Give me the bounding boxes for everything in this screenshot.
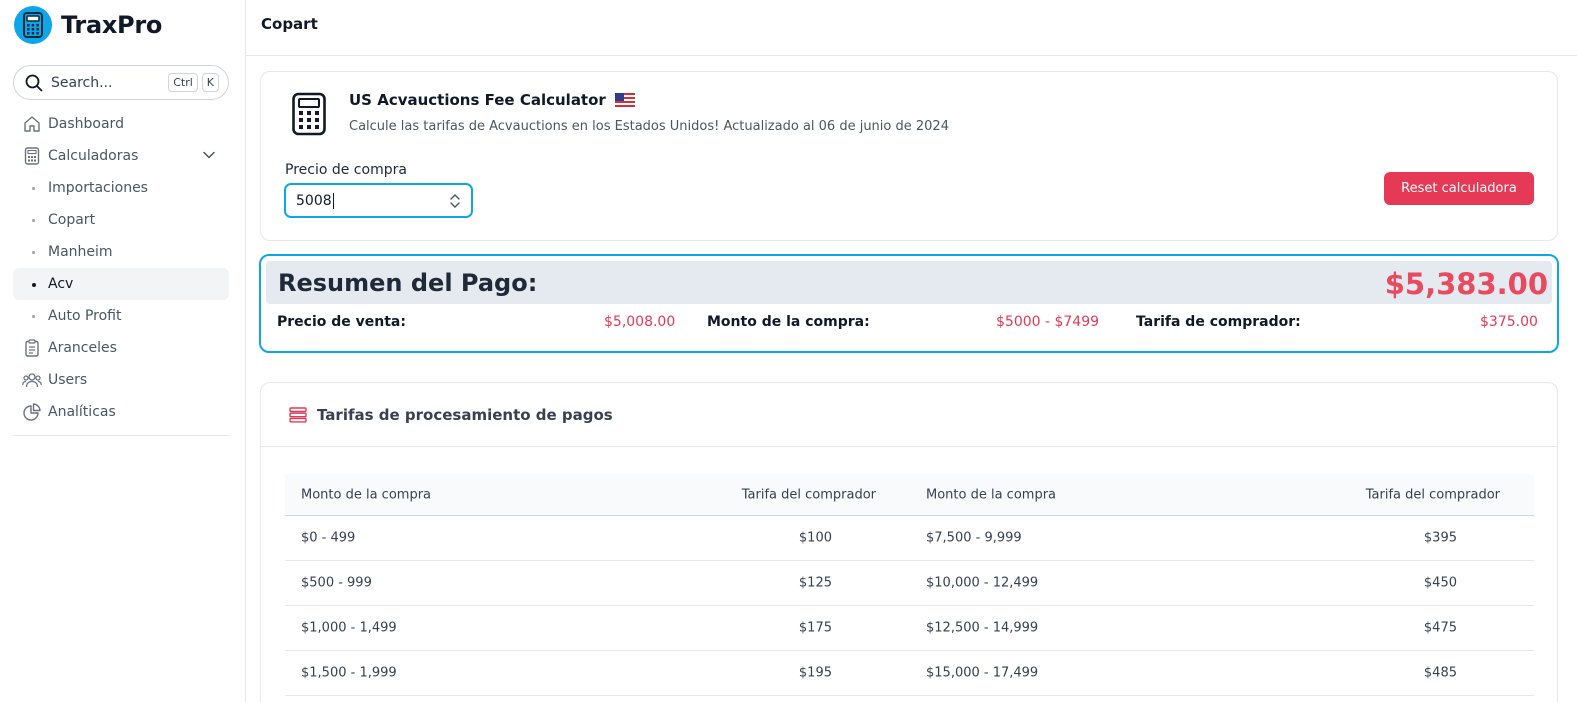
sidebar-item-users[interactable]: Users <box>13 364 229 396</box>
calculator-card: US Acvauctions Fee Calculator Calcule la… <box>260 71 1558 241</box>
calculator-title-text: US Acvauctions Fee Calculator <box>349 91 606 109</box>
table-row: $1,500 - 1,999 $195 $15,000 - 17,499 $48… <box>285 651 1534 696</box>
brand-name: TraxPro <box>61 11 163 39</box>
sidebar-subitem-label: Manheim <box>48 244 113 260</box>
fees-table: Monto de la compra Tarifa del comprador … <box>285 474 1534 696</box>
home-icon <box>22 114 42 134</box>
page-title: Copart <box>261 15 318 33</box>
search-icon <box>25 74 43 91</box>
purchase-range-value: $5000 - $7499 <box>996 314 1100 330</box>
chevron-down-icon[interactable] <box>202 148 216 166</box>
calculator-title: US Acvauctions Fee Calculator <box>349 91 636 111</box>
calculator-icon <box>22 146 42 166</box>
sidebar-subitem-acv[interactable]: Acv <box>13 268 229 300</box>
fees-header: Tarifas de procesamiento de pagos <box>261 383 1557 447</box>
table-cell: $500 - 999 <box>301 575 372 591</box>
purchase-range-label: Monto de la compra: <box>707 314 870 330</box>
sidebar-item-aranceles[interactable]: Aranceles <box>13 332 229 364</box>
text-caret <box>332 192 334 209</box>
buyer-fee-label: Tarifa de comprador: <box>1136 314 1301 330</box>
sidebar-item-label: Dashboard <box>48 116 124 132</box>
calculator-logo-icon <box>14 6 52 44</box>
column-header: Monto de la compra <box>926 487 1057 502</box>
users-icon <box>22 370 42 390</box>
sidebar-subitem-label: Copart <box>48 212 96 228</box>
sidebar-subitem-manheim[interactable]: Manheim <box>13 236 229 268</box>
shortcut-key: K <box>201 73 219 92</box>
sidebar-subitem-auto-profit[interactable]: Auto Profit <box>13 300 229 332</box>
calculator-subtitle: Calcule las tarifas de Acvauctions en lo… <box>349 119 949 134</box>
column-header: Tarifa del comprador <box>1365 487 1500 502</box>
reset-calculator-button[interactable]: Reset calculadora <box>1384 172 1534 205</box>
buyer-fee-value: $375.00 <box>1480 314 1538 330</box>
sale-price-value: $5,008.00 <box>604 314 676 330</box>
bullet-icon <box>32 315 35 318</box>
stack-icon <box>289 407 307 427</box>
fees-title: Tarifas de procesamiento de pagos <box>317 406 613 424</box>
sidebar-nav: Dashboard Calculadoras Importaciones Cop… <box>13 108 229 428</box>
table-header: Monto de la compra Tarifa del comprador … <box>285 474 1534 516</box>
sale-price-label: Precio de venta: <box>277 314 406 330</box>
price-input-value: 5008 <box>296 192 332 209</box>
price-input[interactable]: 5008 <box>284 183 473 218</box>
table-cell: $395 <box>1423 530 1457 546</box>
sidebar-subitem-label: Acv <box>48 276 74 292</box>
table-cell: $475 <box>1423 620 1457 636</box>
table-row: $1,000 - 1,499 $175 $12,500 - 14,999 $47… <box>285 606 1534 651</box>
sidebar-item-label: Aranceles <box>48 340 117 356</box>
table-cell: $175 <box>798 620 832 636</box>
table-row: $0 - 499 $100 $7,500 - 9,999 $395 <box>285 516 1534 561</box>
sidebar-item-dashboard[interactable]: Dashboard <box>13 108 229 140</box>
top-bar: Copart <box>246 0 1577 56</box>
price-label: Precio de compra <box>285 162 407 178</box>
sidebar-item-label: Users <box>48 372 88 388</box>
sidebar-subitem-label: Auto Profit <box>48 308 122 324</box>
sidebar-item-label: Calculadoras <box>48 148 139 164</box>
number-spinner-icon[interactable] <box>450 191 460 211</box>
summary-header: Resumen del Pago: $5,383.00 <box>266 261 1552 304</box>
column-header: Tarifa del comprador <box>741 487 876 502</box>
search-placeholder: Search... <box>51 74 113 91</box>
sidebar-subitem-label: Importaciones <box>48 180 148 196</box>
bullet-icon <box>32 187 35 190</box>
table-cell: $12,500 - 14,999 <box>926 620 1039 636</box>
pie-chart-icon <box>22 402 42 422</box>
table-cell: $450 <box>1423 575 1457 591</box>
calculator-icon <box>291 92 327 140</box>
us-flag-icon <box>615 93 636 111</box>
table-cell: $7,500 - 9,999 <box>926 530 1022 546</box>
table-cell: $100 <box>798 530 832 546</box>
sidebar-divider <box>13 435 229 436</box>
fees-card: Tarifas de procesamiento de pagos Monto … <box>260 382 1558 702</box>
sidebar: TraxPro Search... Ctrl K Dashboard Calcu… <box>0 0 246 702</box>
table-row: $500 - 999 $125 $10,000 - 12,499 $450 <box>285 561 1534 606</box>
payment-summary: Resumen del Pago: $5,383.00 Precio de ve… <box>259 254 1559 353</box>
table-cell: $1,500 - 1,999 <box>301 665 397 681</box>
table-cell: $15,000 - 17,499 <box>926 665 1039 681</box>
summary-title: Resumen del Pago: <box>278 269 538 297</box>
sidebar-item-label: Analíticas <box>48 404 116 420</box>
column-header: Monto de la compra <box>301 487 432 502</box>
bullet-icon <box>32 283 36 287</box>
table-cell: $195 <box>798 665 832 681</box>
sidebar-subitem-copart[interactable]: Copart <box>13 204 229 236</box>
bullet-icon <box>32 219 35 222</box>
search-box[interactable]: Search... Ctrl K <box>13 65 229 100</box>
table-cell: $125 <box>798 575 832 591</box>
clipboard-icon <box>22 338 42 358</box>
sidebar-item-analiticas[interactable]: Analíticas <box>13 396 229 428</box>
table-cell: $10,000 - 12,499 <box>926 575 1039 591</box>
sidebar-subitem-importaciones[interactable]: Importaciones <box>13 172 229 204</box>
table-cell: $1,000 - 1,499 <box>301 620 397 636</box>
summary-total: $5,383.00 <box>1384 267 1548 301</box>
brand[interactable]: TraxPro <box>14 6 162 44</box>
table-cell: $0 - 499 <box>301 530 356 546</box>
bullet-icon <box>32 251 35 254</box>
table-cell: $485 <box>1423 665 1457 681</box>
sidebar-item-calculadoras[interactable]: Calculadoras <box>13 140 229 172</box>
shortcut-ctrl: Ctrl <box>168 73 198 92</box>
